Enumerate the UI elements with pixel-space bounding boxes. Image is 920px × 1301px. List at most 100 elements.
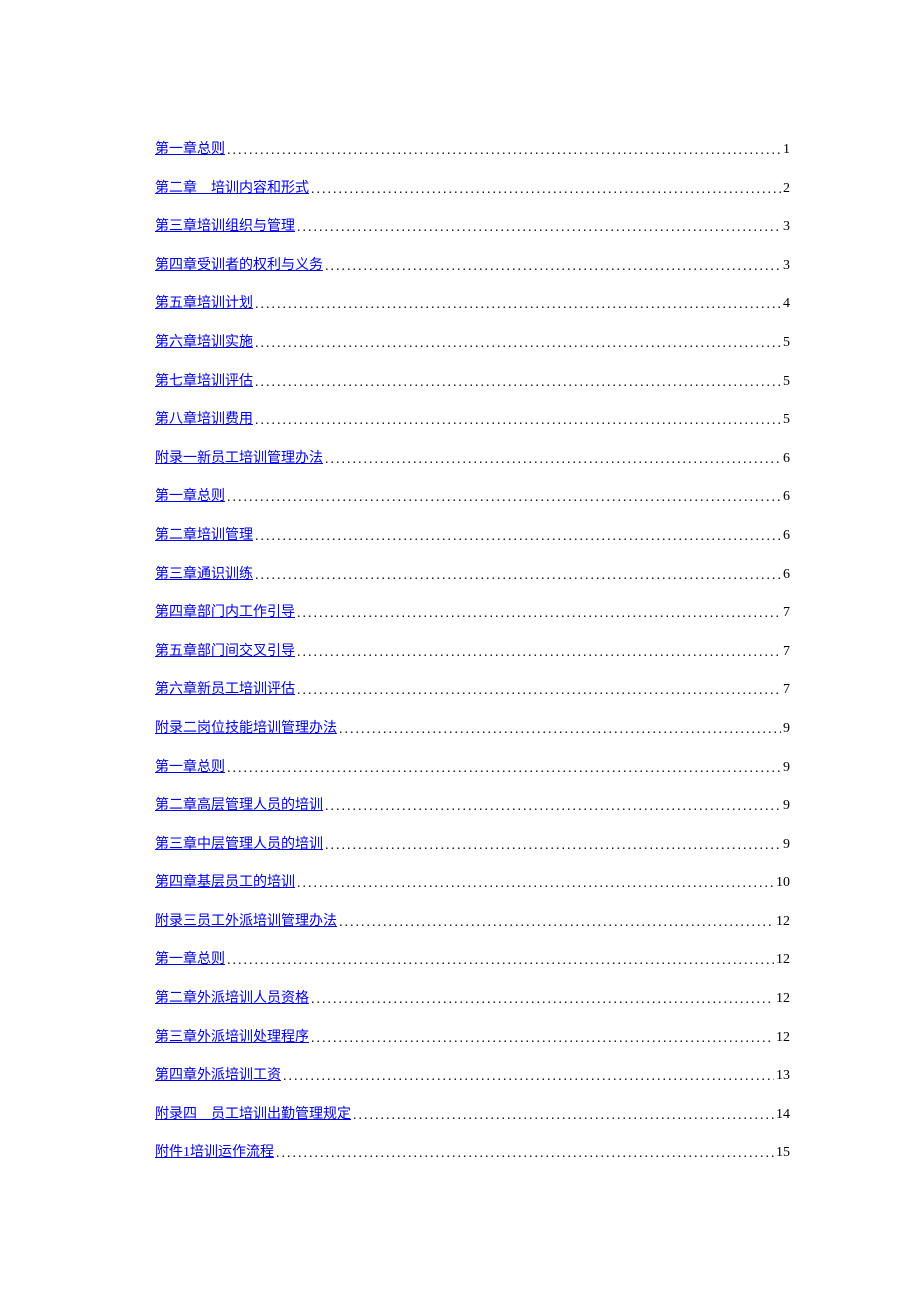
toc-entry: 第四章受训者的权利与义务 3 xyxy=(155,256,790,276)
toc-link[interactable]: 第八章培训费用 xyxy=(155,410,253,430)
toc-link[interactable]: 第一章总则 xyxy=(155,950,225,970)
toc-dot-leader xyxy=(225,759,781,779)
toc-link[interactable]: 附录二岗位技能培训管理办法 xyxy=(155,719,337,739)
toc-entry: 第六章培训实施 5 xyxy=(155,333,790,353)
toc-link[interactable]: 第四章部门内工作引导 xyxy=(155,603,295,623)
toc-dot-leader xyxy=(225,141,781,161)
toc-dot-leader xyxy=(253,566,781,586)
toc-page-number: 9 xyxy=(781,719,790,739)
toc-entry: 第三章中层管理人员的培训 9 xyxy=(155,835,790,855)
table-of-contents: 第一章总则1第二章 培训内容和形式2第三章培训组织与管理3第四章受训者的权利与义… xyxy=(155,140,790,1163)
toc-page-number: 12 xyxy=(774,1028,790,1048)
toc-entry: 第三章培训组织与管理3 xyxy=(155,217,790,237)
toc-dot-leader xyxy=(309,180,781,200)
toc-link[interactable]: 附录四 员工培训出勤管理规定 xyxy=(155,1105,351,1125)
toc-link[interactable]: 第三章通识训练 xyxy=(155,565,253,585)
toc-entry: 第四章部门内工作引导 7 xyxy=(155,603,790,623)
toc-link[interactable]: 第四章基层员工的培训 xyxy=(155,873,295,893)
toc-page-number: 7 xyxy=(781,680,790,700)
toc-entry: 附录四 员工培训出勤管理规定 14 xyxy=(155,1105,790,1125)
toc-dot-leader xyxy=(253,411,781,431)
toc-dot-leader xyxy=(225,951,774,971)
toc-link[interactable]: 第六章培训实施 xyxy=(155,333,253,353)
toc-link[interactable]: 第二章培训管理 xyxy=(155,526,253,546)
toc-page-number: 5 xyxy=(781,410,790,430)
toc-entry: 第五章部门间交叉引导 7 xyxy=(155,642,790,662)
toc-entry: 第四章基层员工的培训 10 xyxy=(155,873,790,893)
toc-link[interactable]: 第三章培训组织与管理 xyxy=(155,217,295,237)
toc-page-number: 9 xyxy=(781,835,790,855)
toc-entry: 附录三员工外派培训管理办法 12 xyxy=(155,912,790,932)
toc-entry: 第八章培训费用 5 xyxy=(155,410,790,430)
toc-page-number: 7 xyxy=(781,603,790,623)
toc-entry: 第二章高层管理人员的培训 9 xyxy=(155,796,790,816)
toc-entry: 第二章 培训内容和形式2 xyxy=(155,179,790,199)
toc-page-number: 14 xyxy=(774,1105,790,1125)
toc-dot-leader xyxy=(253,373,781,393)
toc-dot-leader xyxy=(225,488,781,508)
toc-dot-leader xyxy=(281,1067,774,1087)
toc-dot-leader xyxy=(337,720,781,740)
toc-page-number: 5 xyxy=(781,333,790,353)
toc-page-number: 12 xyxy=(774,989,790,1009)
toc-dot-leader xyxy=(295,604,781,624)
toc-entry: 第三章外派培训处理程序 12 xyxy=(155,1028,790,1048)
toc-page-number: 9 xyxy=(781,796,790,816)
toc-page-number: 10 xyxy=(774,873,790,893)
toc-page-number: 12 xyxy=(774,950,790,970)
toc-dot-leader xyxy=(274,1144,774,1164)
toc-link[interactable]: 第四章外派培训工资 xyxy=(155,1066,281,1086)
toc-link[interactable]: 第一章总则 xyxy=(155,758,225,778)
toc-link[interactable]: 第四章受训者的权利与义务 xyxy=(155,256,323,276)
toc-entry: 第三章通识训练6 xyxy=(155,565,790,585)
toc-link[interactable]: 第六章新员工培训评估 xyxy=(155,680,295,700)
toc-link[interactable]: 第五章培训计划 xyxy=(155,294,253,314)
toc-entry: 第二章培训管理 6 xyxy=(155,526,790,546)
toc-link[interactable]: 附件1培训运作流程 xyxy=(155,1143,274,1163)
toc-page-number: 15 xyxy=(774,1143,790,1163)
toc-entry: 附录一新员工培训管理办法 6 xyxy=(155,449,790,469)
toc-link[interactable]: 附录一新员工培训管理办法 xyxy=(155,449,323,469)
toc-page-number: 4 xyxy=(781,294,790,314)
toc-dot-leader xyxy=(323,257,781,277)
toc-page-number: 9 xyxy=(781,758,790,778)
toc-entry: 第五章培训计划 4 xyxy=(155,294,790,314)
toc-entry: 第一章总则 6 xyxy=(155,487,790,507)
toc-link[interactable]: 第三章中层管理人员的培训 xyxy=(155,835,323,855)
toc-link[interactable]: 第五章部门间交叉引导 xyxy=(155,642,295,662)
toc-dot-leader xyxy=(295,681,781,701)
toc-page-number: 6 xyxy=(781,526,790,546)
toc-dot-leader xyxy=(323,797,781,817)
toc-page-number: 1 xyxy=(781,140,790,160)
toc-dot-leader xyxy=(253,334,781,354)
toc-dot-leader xyxy=(253,527,781,547)
toc-dot-leader xyxy=(295,218,781,238)
toc-link[interactable]: 第二章外派培训人员资格 xyxy=(155,989,309,1009)
toc-dot-leader xyxy=(309,1029,774,1049)
toc-dot-leader xyxy=(323,836,781,856)
toc-link[interactable]: 第二章高层管理人员的培训 xyxy=(155,796,323,816)
toc-entry: 附件1培训运作流程 15 xyxy=(155,1143,790,1163)
toc-link[interactable]: 第一章总则 xyxy=(155,140,225,160)
toc-link[interactable]: 第一章总则 xyxy=(155,487,225,507)
toc-entry: 第四章外派培训工资 13 xyxy=(155,1066,790,1086)
toc-page-number: 7 xyxy=(781,642,790,662)
toc-entry: 附录二岗位技能培训管理办法 9 xyxy=(155,719,790,739)
toc-entry: 第一章总则 1 xyxy=(155,140,790,160)
toc-entry: 第六章新员工培训评估 7 xyxy=(155,680,790,700)
toc-page-number: 6 xyxy=(781,449,790,469)
toc-dot-leader xyxy=(295,643,781,663)
toc-page-number: 13 xyxy=(774,1066,790,1086)
toc-page-number: 12 xyxy=(774,912,790,932)
toc-link[interactable]: 第二章 培训内容和形式 xyxy=(155,179,309,199)
toc-link[interactable]: 第三章外派培训处理程序 xyxy=(155,1028,309,1048)
toc-entry: 第一章总则 9 xyxy=(155,758,790,778)
toc-page-number: 3 xyxy=(781,256,790,276)
toc-entry: 第一章总则 12 xyxy=(155,950,790,970)
toc-entry: 第二章外派培训人员资格 12 xyxy=(155,989,790,1009)
toc-link[interactable]: 附录三员工外派培训管理办法 xyxy=(155,912,337,932)
toc-link[interactable]: 第七章培训评估 xyxy=(155,372,253,392)
toc-dot-leader xyxy=(295,874,774,894)
toc-page-number: 6 xyxy=(781,487,790,507)
toc-dot-leader xyxy=(253,295,781,315)
